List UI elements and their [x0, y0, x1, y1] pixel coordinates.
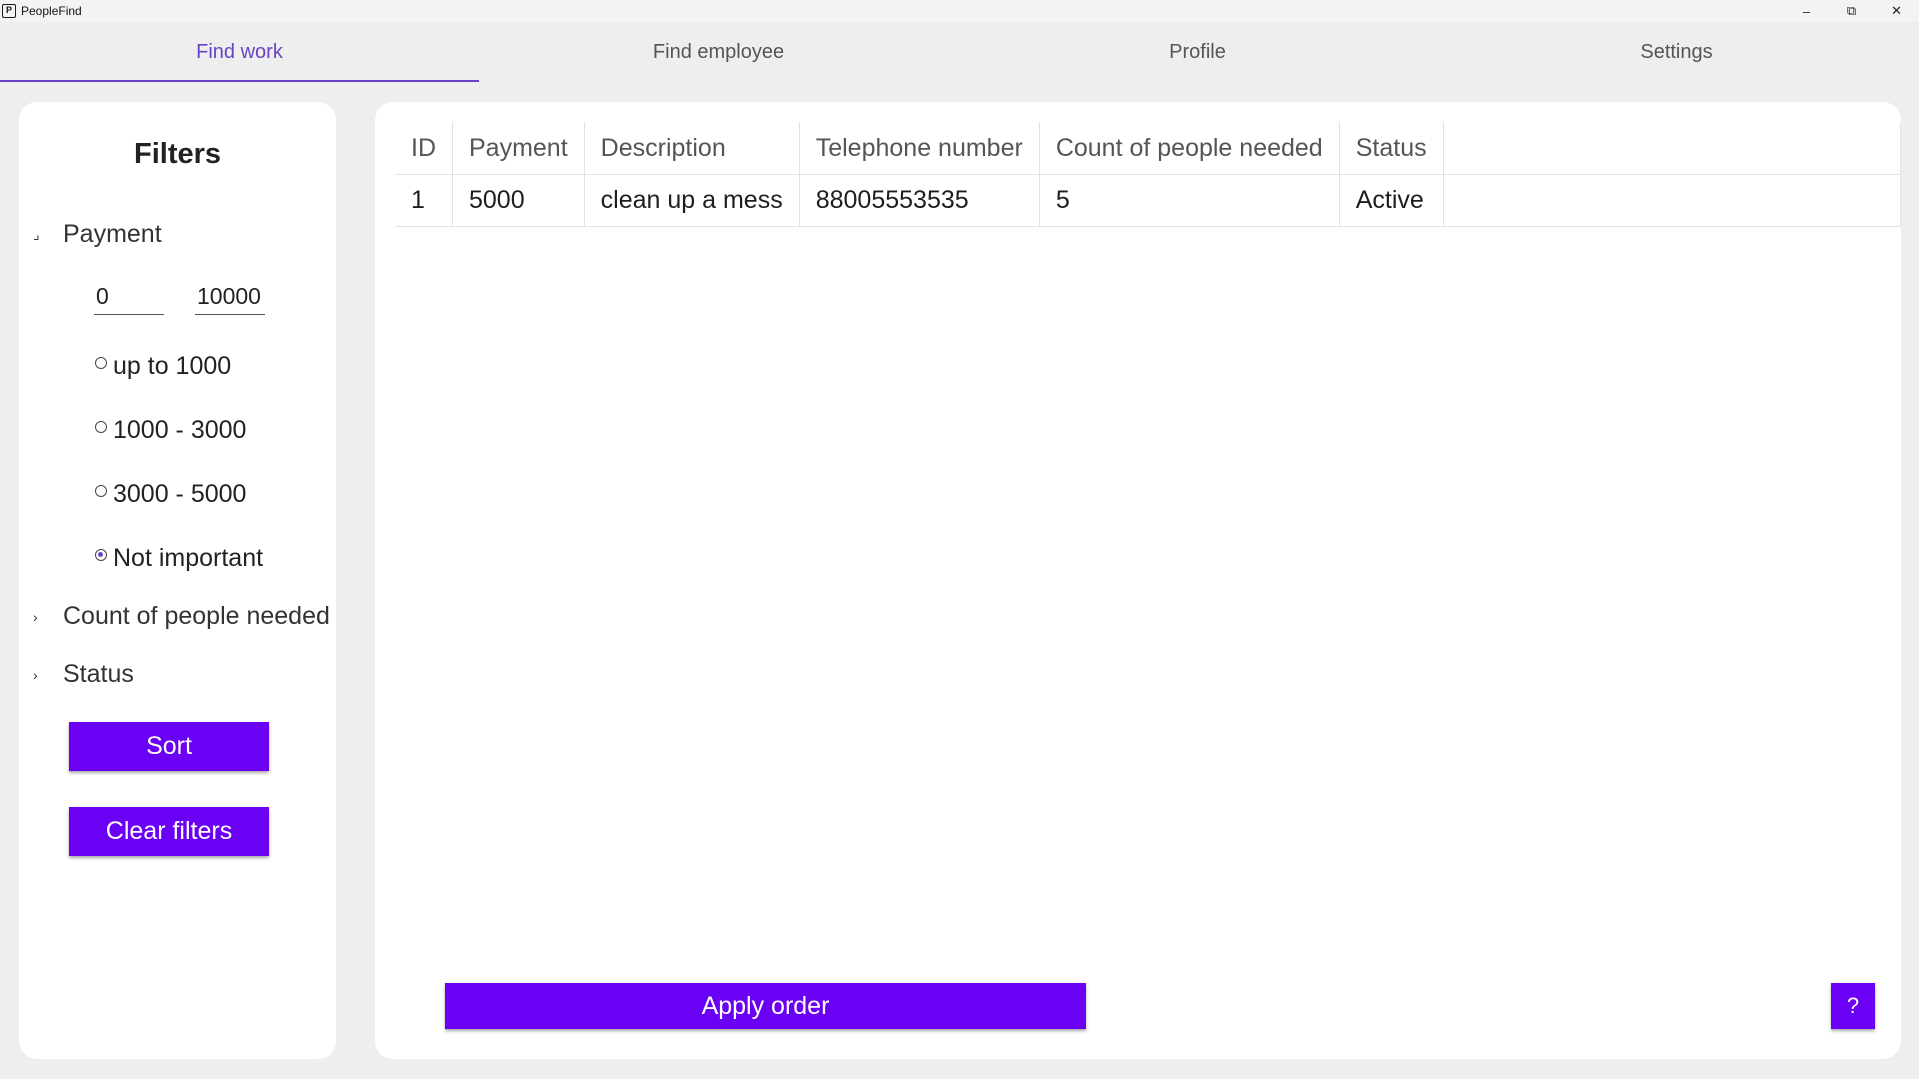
radio-button[interactable] [95, 420, 107, 433]
cell-filler [1443, 174, 1902, 227]
count-section-label: Count of people needed [63, 602, 330, 630]
status-section-label: Status [63, 660, 134, 688]
status-section-header[interactable]: › Status [29, 660, 134, 689]
radio-label: up to 1000 [113, 352, 232, 380]
chevron-right-icon: › [33, 666, 38, 683]
payment-section-label: Payment [63, 220, 162, 248]
orders-panel: ID Payment Description Telephone number … [375, 102, 1902, 1059]
cell-description: clean up a mess [584, 174, 800, 227]
help-button[interactable]: ? [1831, 983, 1875, 1029]
cell-status: Active [1339, 174, 1444, 227]
radio-3000-5000[interactable]: 3000 - 5000 [95, 480, 246, 509]
radio-up-to-1000[interactable]: up to 1000 [95, 352, 231, 381]
radio-not-important[interactable]: Not important [95, 544, 263, 573]
apply-order-button[interactable]: Apply order [445, 983, 1086, 1029]
payment-section-header[interactable]: ⌟ Payment [29, 220, 162, 249]
radio-button-selected[interactable] [95, 548, 107, 561]
payment-max-input[interactable] [195, 283, 265, 315]
minimize-button[interactable]: – [1784, 0, 1829, 22]
app-logo-icon: P [2, 4, 16, 18]
restore-button[interactable]: ⧉ [1829, 0, 1874, 22]
collapse-arrow-icon: ⌟ [33, 226, 40, 242]
tab-find-employee[interactable]: Find employee [479, 22, 958, 82]
radio-label: 3000 - 5000 [113, 480, 247, 508]
column-header-telephone[interactable]: Telephone number [799, 122, 1040, 175]
table-row[interactable]: 1 5000 clean up a mess 88005553535 5 Act… [395, 174, 1902, 227]
sort-button[interactable]: Sort [69, 722, 269, 771]
column-filler [1443, 122, 1902, 175]
radio-1000-3000[interactable]: 1000 - 3000 [95, 416, 246, 445]
close-button[interactable]: ✕ [1874, 0, 1919, 22]
column-header-id[interactable]: ID [395, 122, 453, 175]
radio-button[interactable] [95, 356, 107, 369]
column-header-description[interactable]: Description [584, 122, 800, 175]
tab-settings[interactable]: Settings [1437, 22, 1916, 82]
radio-button[interactable] [95, 484, 107, 497]
cell-id: 1 [395, 174, 453, 227]
title-bar: P PeopleFind – ⧉ ✕ [0, 0, 1919, 22]
column-header-count[interactable]: Count of people needed [1039, 122, 1340, 175]
orders-table: ID Payment Description Telephone number … [395, 122, 1902, 227]
radio-label: 1000 - 3000 [113, 416, 247, 444]
count-section-header[interactable]: › Count of people needed [29, 602, 330, 631]
window-controls: – ⧉ ✕ [1784, 0, 1919, 22]
chevron-right-icon: › [33, 608, 38, 625]
radio-label: Not important [113, 544, 264, 572]
column-header-payment[interactable]: Payment [452, 122, 585, 175]
column-header-status[interactable]: Status [1339, 122, 1444, 175]
clear-filters-button[interactable]: Clear filters [69, 807, 269, 856]
filters-title: Filters [133, 138, 222, 170]
payment-min-input[interactable] [94, 283, 164, 315]
window-title: PeopleFind [21, 4, 82, 18]
tab-bar: Find work Find employee Profile Settings [0, 22, 1919, 82]
table-header-row: ID Payment Description Telephone number … [395, 122, 1902, 175]
cell-telephone: 88005553535 [799, 174, 1040, 227]
filters-panel: Filters ⌟ Payment up to 1000 1000 - 3000… [19, 102, 336, 1059]
cell-count: 5 [1039, 174, 1340, 227]
tab-find-work[interactable]: Find work [0, 22, 479, 82]
tab-profile[interactable]: Profile [958, 22, 1437, 82]
cell-payment: 5000 [452, 174, 585, 227]
